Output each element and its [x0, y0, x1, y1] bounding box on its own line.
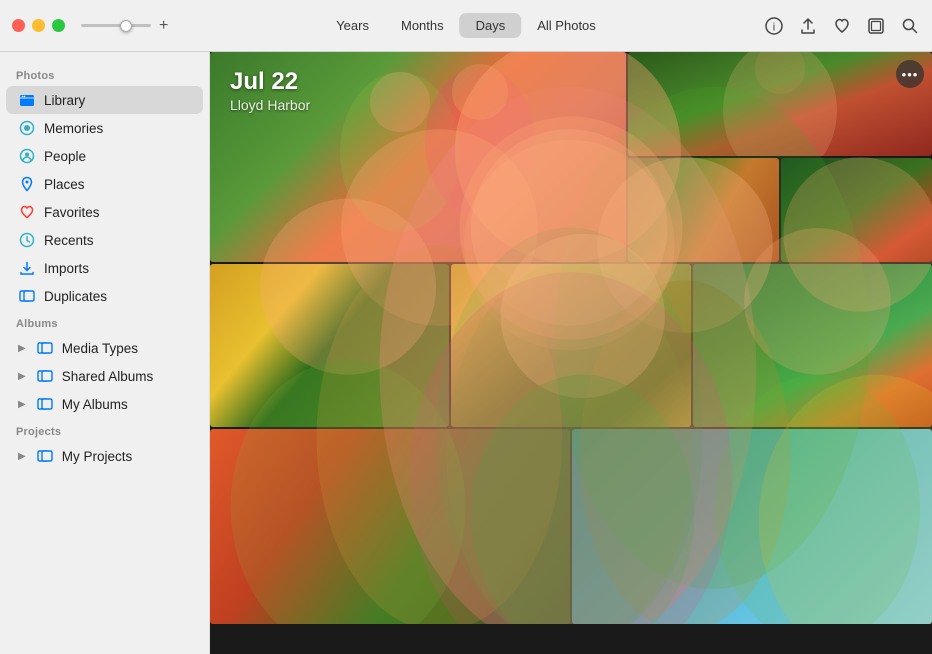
recents-label: Recents: [44, 233, 94, 248]
duplicates-icon: [18, 287, 36, 305]
media-types-icon: [36, 339, 54, 357]
toolbar-icons: i: [764, 16, 920, 36]
duplicates-label: Duplicates: [44, 289, 107, 304]
favorites-icon: [18, 203, 36, 221]
tab-months[interactable]: Months: [385, 13, 460, 38]
albums-section-label: Albums: [0, 310, 209, 334]
expand-icon-2: ▶: [18, 371, 26, 382]
my-projects-icon: [36, 447, 54, 465]
library-label: Library: [44, 93, 85, 108]
sidebar-item-media-types[interactable]: ▶ Media Types: [6, 334, 203, 362]
search-icon[interactable]: [900, 16, 920, 36]
my-albums-label: My Albums: [62, 397, 128, 412]
nav-tabs: Years Months Days All Photos: [320, 13, 612, 38]
places-icon: [18, 175, 36, 193]
photos-section-label: Photos: [0, 62, 209, 86]
my-albums-icon: [36, 395, 54, 413]
sidebar-item-shared-albums[interactable]: ▶ Shared Albums: [6, 362, 203, 390]
sidebar-item-memories[interactable]: Memories: [6, 114, 203, 142]
recents-icon: [18, 231, 36, 249]
tab-days[interactable]: Days: [460, 13, 522, 38]
expand-icon-3: ▶: [18, 399, 26, 410]
people-label: People: [44, 149, 86, 164]
projects-section-label: Projects: [0, 418, 209, 442]
my-projects-label: My Projects: [62, 449, 133, 464]
sidebar-item-people[interactable]: People: [6, 142, 203, 170]
zoom-control: +: [81, 17, 168, 35]
heart-icon[interactable]: [832, 16, 852, 36]
media-types-label: Media Types: [62, 341, 138, 356]
zoom-plus-icon[interactable]: +: [159, 17, 168, 35]
sidebar-item-my-projects[interactable]: ▶ My Projects: [6, 442, 203, 470]
sidebar-item-duplicates[interactable]: Duplicates: [6, 282, 203, 310]
photo-area: Jul 22 Lloyd Harbor: [210, 52, 932, 624]
titlebar: + Years Months Days All Photos i: [0, 0, 932, 52]
people-icon: [18, 147, 36, 165]
info-icon[interactable]: i: [764, 16, 784, 36]
traffic-lights: [12, 19, 65, 32]
sidebar-item-my-albums[interactable]: ▶ My Albums: [6, 390, 203, 418]
tab-years[interactable]: Years: [320, 13, 385, 38]
close-button[interactable]: [12, 19, 25, 32]
sidebar-item-imports[interactable]: Imports: [6, 254, 203, 282]
main-layout: Photos Library Memories: [0, 52, 932, 654]
zoom-slider[interactable]: [81, 24, 151, 27]
expand-icon-4: ▶: [18, 451, 26, 462]
library-icon: [18, 91, 36, 109]
zoom-thumb[interactable]: [120, 20, 132, 32]
crop-icon[interactable]: [866, 16, 886, 36]
photo-9[interactable]: [572, 429, 932, 624]
content-area: Jul 22 Lloyd Harbor: [210, 52, 932, 654]
shared-albums-label: Shared Albums: [62, 369, 154, 384]
sidebar-item-library[interactable]: Library: [6, 86, 203, 114]
minimize-button[interactable]: [32, 19, 45, 32]
photo-row-3: [210, 429, 932, 624]
places-label: Places: [44, 177, 85, 192]
svg-text:i: i: [773, 21, 775, 33]
sidebar: Photos Library Memories: [0, 52, 210, 654]
imports-icon: [18, 259, 36, 277]
sidebar-item-recents[interactable]: Recents: [6, 226, 203, 254]
expand-icon: ▶: [18, 343, 26, 354]
favorites-label: Favorites: [44, 205, 100, 220]
sidebar-item-favorites[interactable]: Favorites: [6, 198, 203, 226]
sidebar-item-places[interactable]: Places: [6, 170, 203, 198]
memories-icon: [18, 119, 36, 137]
imports-label: Imports: [44, 261, 89, 276]
tab-all-photos[interactable]: All Photos: [521, 13, 612, 38]
fullscreen-button[interactable]: [52, 19, 65, 32]
share-icon[interactable]: [798, 16, 818, 36]
memories-label: Memories: [44, 121, 103, 136]
more-button[interactable]: •••: [896, 60, 924, 88]
shared-albums-icon: [36, 367, 54, 385]
